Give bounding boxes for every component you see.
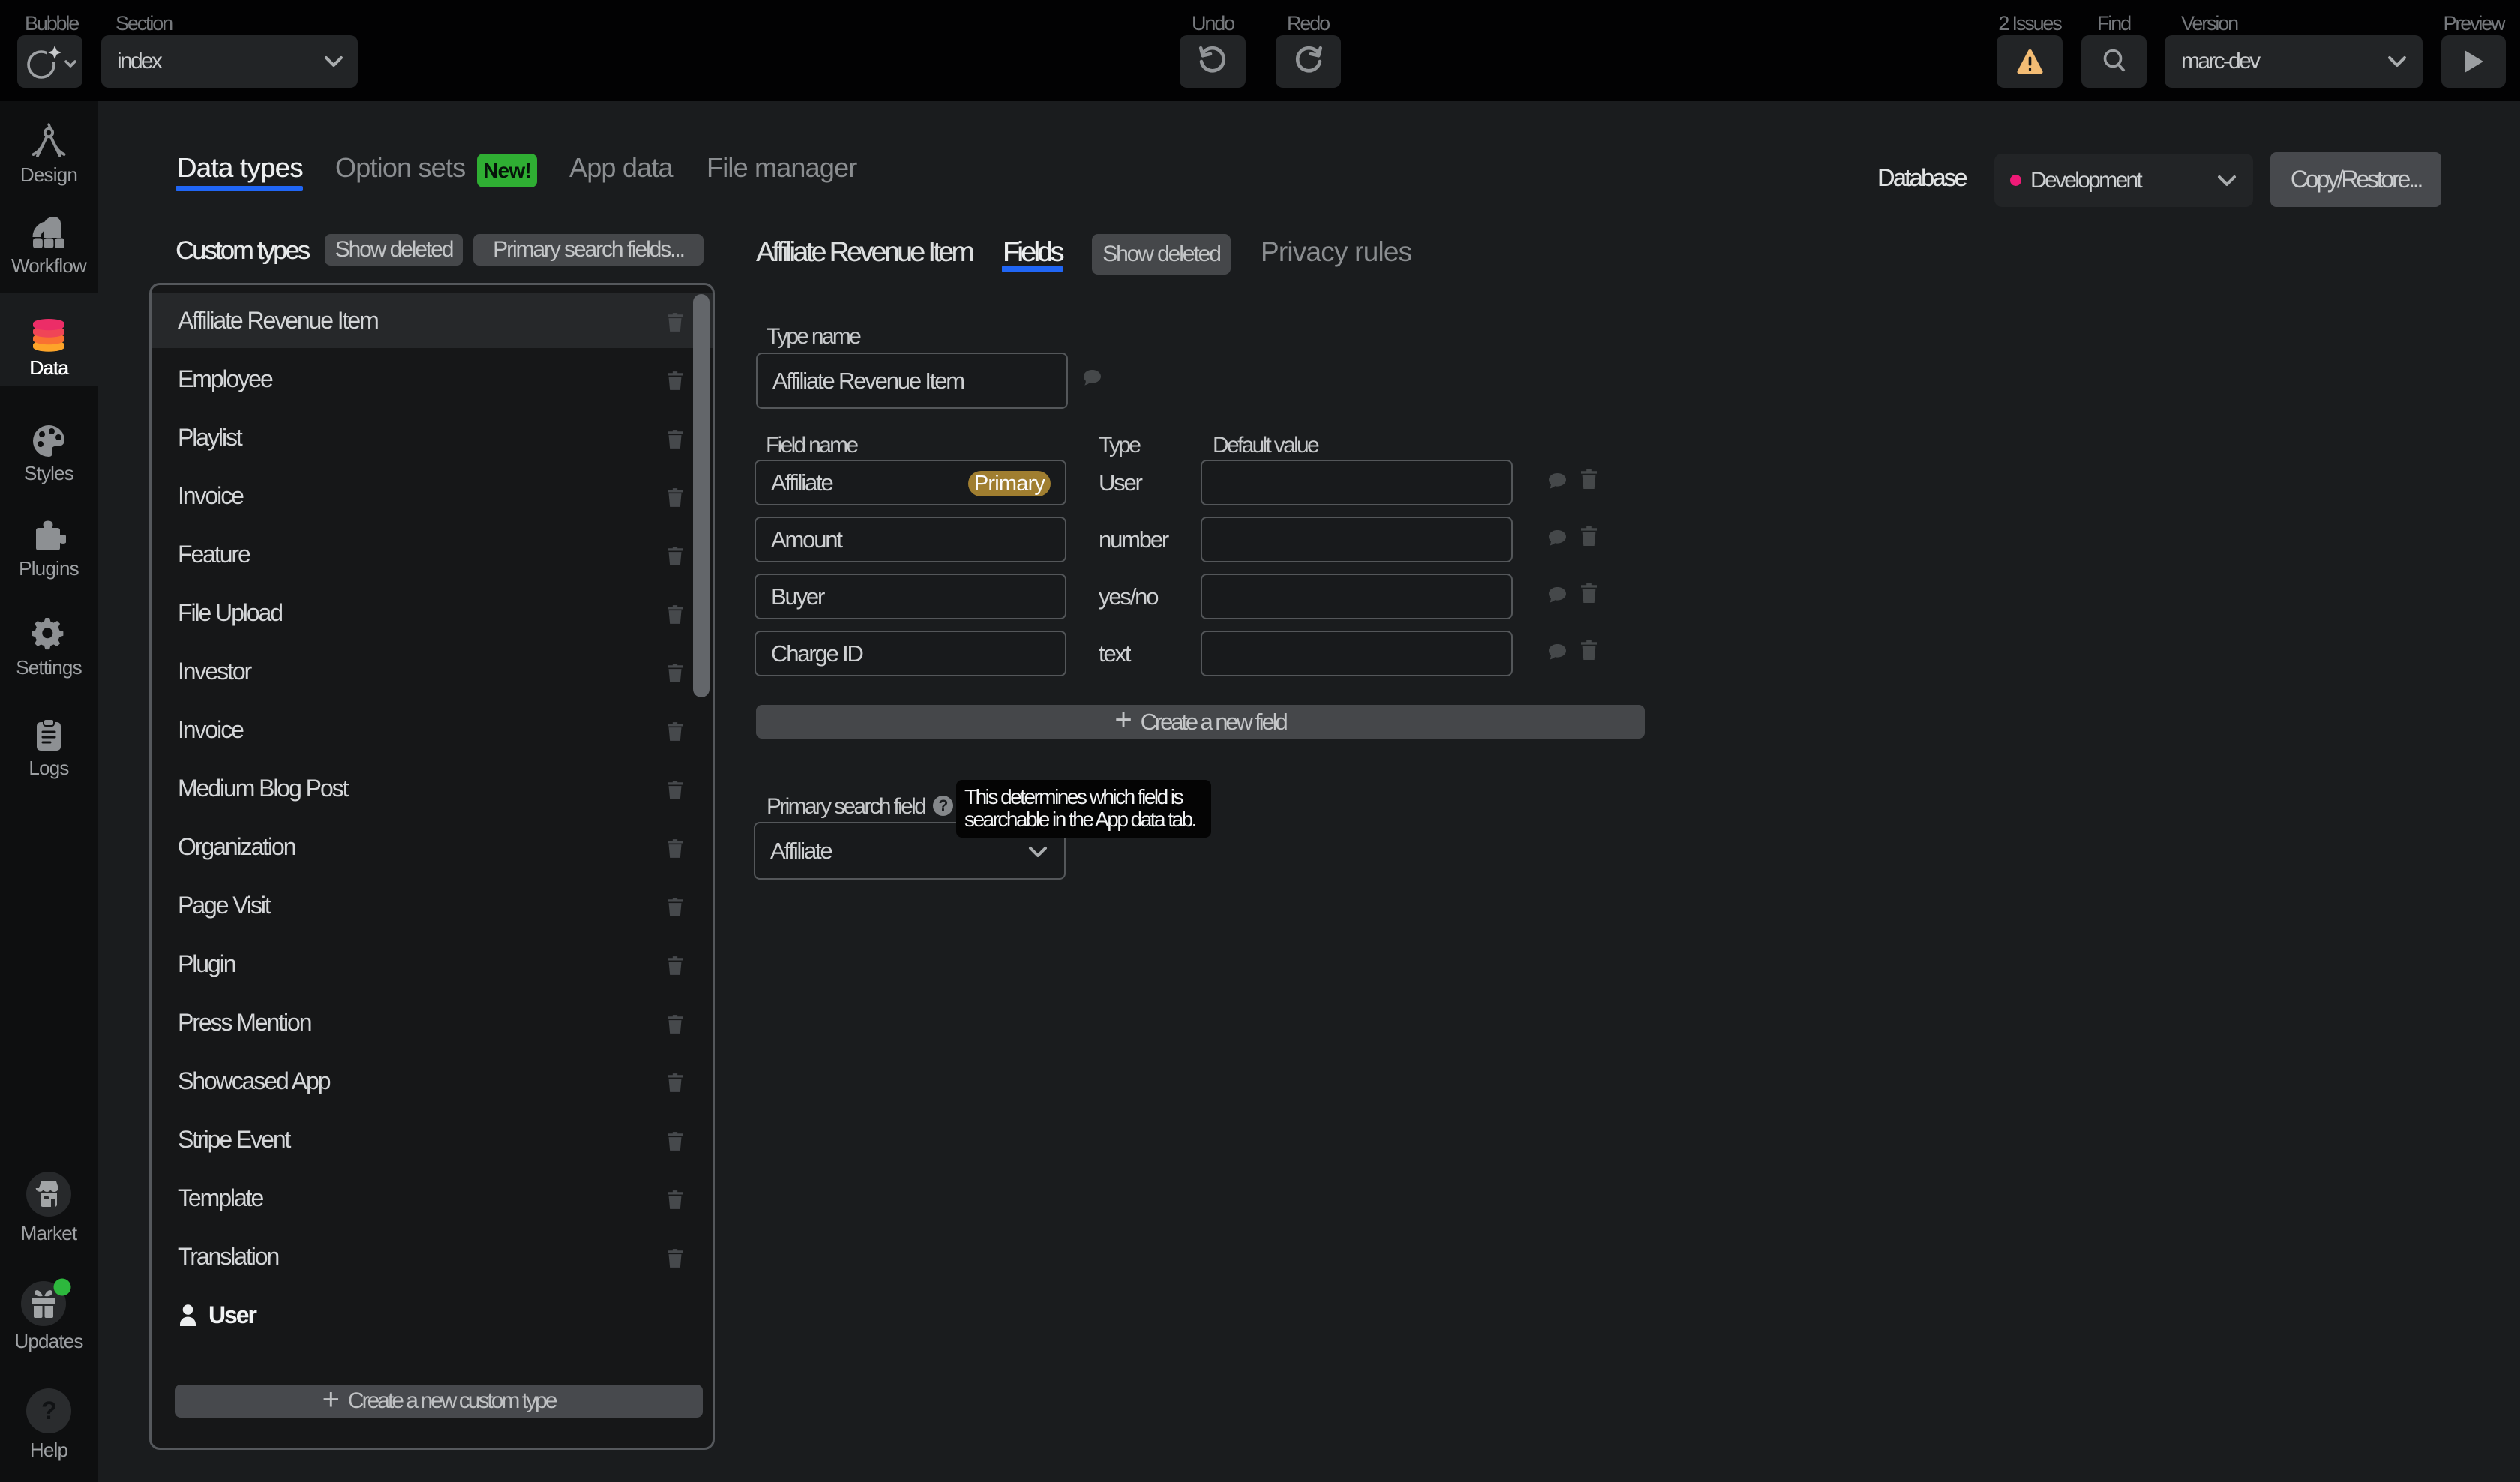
svg-text:?: ? — [41, 1396, 56, 1425]
